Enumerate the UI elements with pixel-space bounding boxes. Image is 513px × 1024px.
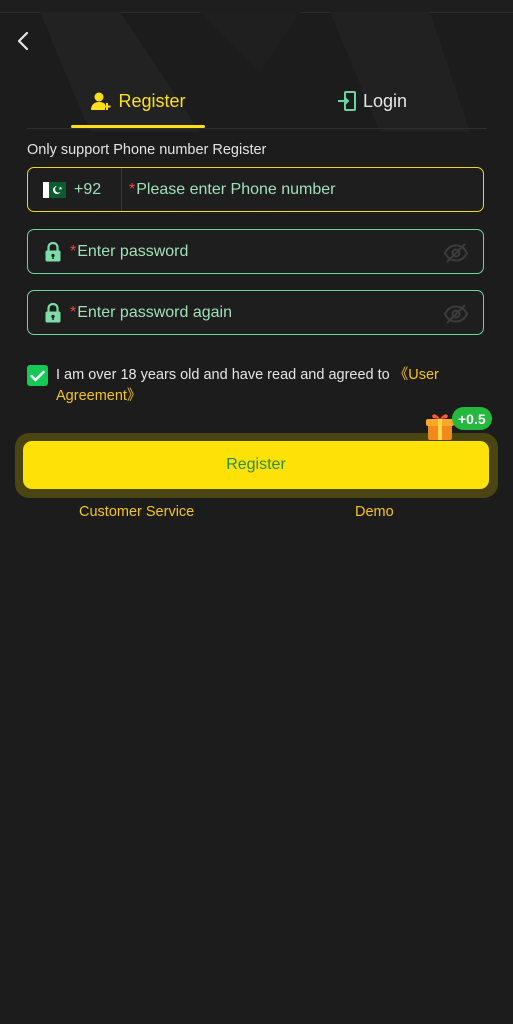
tab-login-label: Login bbox=[362, 90, 408, 111]
lock-icon bbox=[45, 302, 61, 322]
customer-service-link[interactable]: Customer Service bbox=[79, 504, 194, 520]
phone-field[interactable]: +92 * Please enter Phone number bbox=[27, 167, 484, 212]
bonus-badge: +0.5 bbox=[452, 407, 492, 430]
tab-register-label: Register bbox=[118, 90, 186, 111]
pakistan-flag-icon bbox=[43, 181, 66, 198]
required-mark: * bbox=[70, 303, 77, 321]
password-again-placeholder: Enter password again bbox=[77, 303, 232, 321]
login-door-icon bbox=[337, 91, 356, 111]
add-user-icon bbox=[91, 92, 111, 110]
password-again-input[interactable]: * Enter password again bbox=[70, 304, 232, 322]
required-mark: * bbox=[70, 242, 77, 260]
auth-tabs: Register Login bbox=[27, 76, 487, 129]
tab-login[interactable]: Login bbox=[287, 76, 457, 126]
phone-placeholder: Please enter Phone number bbox=[136, 180, 336, 198]
agreement-checkbox[interactable] bbox=[27, 365, 48, 386]
agreement-row: I am over 18 years old and have read and… bbox=[27, 365, 467, 407]
password-field[interactable]: * Enter password bbox=[27, 229, 484, 274]
eye-off-icon[interactable] bbox=[443, 303, 469, 325]
password-input[interactable]: * Enter password bbox=[70, 243, 188, 261]
password-again-field[interactable]: * Enter password again bbox=[27, 290, 484, 335]
password-placeholder: Enter password bbox=[77, 242, 189, 260]
lock-icon bbox=[45, 241, 61, 261]
agreement-text: I am over 18 years old and have read and… bbox=[56, 365, 467, 407]
demo-link[interactable]: Demo bbox=[355, 504, 394, 520]
support-note: Only support Phone number Register bbox=[27, 142, 267, 158]
gift-icon bbox=[426, 414, 454, 440]
back-button[interactable] bbox=[8, 26, 38, 56]
chevron-left-icon bbox=[17, 31, 29, 51]
tab-register[interactable]: Register bbox=[71, 76, 205, 128]
register-button[interactable]: Register bbox=[23, 441, 489, 489]
required-mark: * bbox=[129, 180, 136, 198]
eye-off-icon[interactable] bbox=[443, 242, 469, 264]
agreement-label: I am over 18 years old and have read and… bbox=[56, 367, 394, 383]
country-code: +92 bbox=[74, 180, 102, 198]
country-selector[interactable]: +92 bbox=[28, 168, 122, 211]
checkmark-icon bbox=[30, 370, 45, 381]
phone-input[interactable]: * Please enter Phone number bbox=[129, 181, 335, 199]
